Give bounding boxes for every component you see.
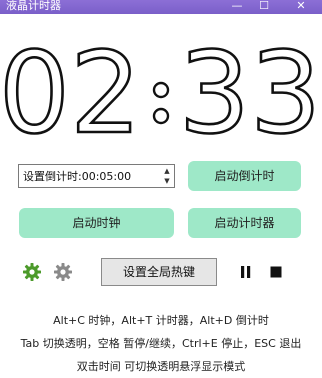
gear-icon <box>23 263 41 281</box>
minimize-button[interactable]: — <box>222 0 252 14</box>
stop-button[interactable] <box>266 262 286 282</box>
settings-green-icon[interactable] <box>22 262 42 282</box>
start-clock-button[interactable]: 启动时钟 <box>19 208 174 238</box>
settings-gray-icon[interactable] <box>53 262 73 282</box>
start-timer-button[interactable]: 启动计时器 <box>188 208 301 238</box>
title-bar: 液晶计时器 — ☐ ✕ <box>0 0 322 14</box>
spin-arrows: ▲ ▼ <box>161 166 173 186</box>
countdown-time-spinbox[interactable]: ▲ ▼ <box>18 164 175 188</box>
gear-icon <box>54 263 72 281</box>
pause-button[interactable] <box>236 262 256 282</box>
stop-icon <box>270 266 282 278</box>
time-hours: 02 <box>0 29 141 148</box>
window-title: 液晶计时器 <box>6 0 61 12</box>
time-separator-dot-top <box>152 81 170 99</box>
hotkey-hint-line-3: 双击时间 可切换透明悬浮显示模式 <box>76 360 246 373</box>
time-display[interactable]: 02 33 <box>0 28 322 148</box>
maximize-button[interactable]: ☐ <box>249 0 279 14</box>
time-display-svg: 02 33 <box>0 28 322 148</box>
hotkey-hint-line-1: Alt+C 时钟，Alt+T 计时器，Alt+D 倒计时 <box>53 314 269 327</box>
hotkey-hint-line-2: Tab 切换透明，空格 暂停/继续，Ctrl+E 停止，ESC 退出 <box>20 337 302 350</box>
countdown-time-input[interactable] <box>23 166 159 186</box>
spin-up-icon[interactable]: ▲ <box>161 166 173 176</box>
set-global-hotkeys-button[interactable]: 设置全局热键 <box>101 258 217 286</box>
close-button[interactable]: ✕ <box>286 0 316 14</box>
spin-down-icon[interactable]: ▼ <box>161 176 173 186</box>
start-countdown-button[interactable]: 启动倒计时 <box>188 161 301 191</box>
time-minutes: 33 <box>179 29 322 148</box>
time-separator-dot-bottom <box>152 107 170 125</box>
pause-icon <box>241 266 251 278</box>
